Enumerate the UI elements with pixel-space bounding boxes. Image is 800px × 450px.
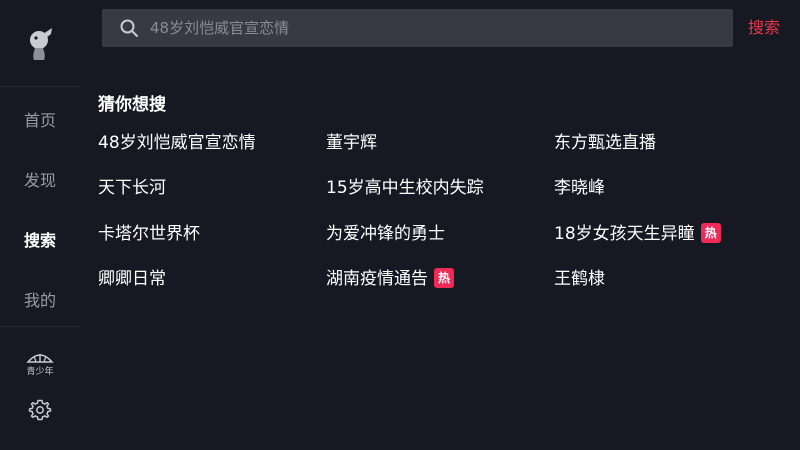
suggestion-label: 王鹤棣 [554,269,605,289]
sidebar-divider-bottom [0,326,80,327]
suggestion-label: 东方甄选直播 [554,133,656,153]
sidebar-item-mine[interactable]: 我的 [0,286,80,316]
sidebar: 首页 发现 搜索 我的 青少年 [0,0,80,450]
suggestion-item[interactable]: 18岁女孩天生异瞳热 [554,221,721,247]
suggestion-item[interactable]: 李晓峰 [554,175,605,201]
search-icon [120,19,138,37]
suggestion-label: 李晓峰 [554,178,605,198]
suggestion-item[interactable]: 15岁高中生校内失踪 [326,175,484,201]
douyin-logo-icon [26,26,56,64]
suggestion-label: 15岁高中生校内失踪 [326,178,484,198]
sidebar-item-discover[interactable]: 发现 [0,166,80,196]
suggestion-item[interactable]: 董宇辉 [326,130,377,156]
suggestion-item[interactable]: 为爱冲锋的勇士 [326,221,445,247]
suggestion-label: 天下长河 [98,178,166,198]
suggestion-item[interactable]: 卡塔尔世界杯 [98,221,200,247]
gear-icon [28,399,52,421]
suggestion-label: 18岁女孩天生异瞳 [554,224,695,244]
hot-badge: 热 [700,223,721,243]
sidebar-item-search[interactable]: 搜索 [0,226,80,256]
sidebar-divider-top [0,86,80,87]
sidebar-item-home[interactable]: 首页 [0,106,80,136]
suggestion-label: 卿卿日常 [98,269,166,289]
youth-mode-button[interactable]: 青少年 [24,350,56,378]
suggestion-item[interactable]: 湖南疫情通告热 [326,266,454,292]
suggestion-item[interactable]: 王鹤棣 [554,266,605,292]
search-placeholder: 48岁刘恺威官宣恋情 [150,19,290,37]
youth-mode-label: 青少年 [26,365,53,377]
suggestion-label: 董宇辉 [326,133,377,153]
hot-badge: 热 [434,268,454,288]
suggestion-label: 卡塔尔世界杯 [98,224,200,244]
suggestion-item[interactable]: 东方甄选直播 [554,130,656,156]
suggestion-label: 为爱冲锋的勇士 [326,224,445,244]
suggestion-label: 湖南疫情通告 [326,269,428,289]
app-window: 首页 发现 搜索 我的 青少年 48岁刘恺威官宣恋情 搜索 猜你想搜 48岁刘恺… [0,0,800,450]
suggestion-item[interactable]: 天下长河 [98,175,166,201]
search-button[interactable]: 搜索 [748,14,780,42]
suggestion-item[interactable]: 48岁刘恺威官宣恋情 [98,130,256,156]
guess-section-title: 猜你想搜 [98,95,166,115]
search-input[interactable]: 48岁刘恺威官宣恋情 [102,9,733,47]
suggestion-item[interactable]: 卿卿日常 [98,266,166,292]
settings-button[interactable] [28,398,52,422]
umbrella-icon: 青少年 [26,354,54,377]
suggestion-label: 48岁刘恺威官宣恋情 [98,133,256,153]
